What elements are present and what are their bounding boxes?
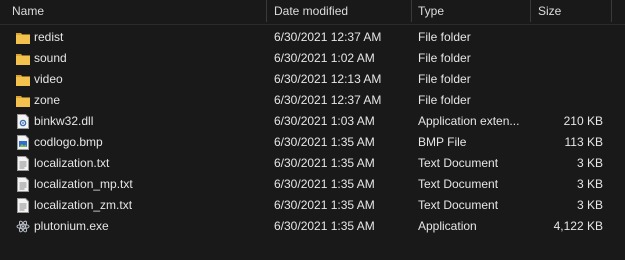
file-date-modified: 6/30/2021 12:37 AM bbox=[274, 30, 382, 44]
file-name: codlogo.bmp bbox=[34, 135, 103, 149]
file-icon-cell bbox=[16, 27, 30, 48]
file-row[interactable]: localization_mp.txt 6/30/2021 1:35 AM Text… bbox=[0, 174, 625, 195]
file-name: redist bbox=[34, 30, 64, 44]
column-header-size[interactable]: Size bbox=[538, 0, 561, 22]
file-icon-cell bbox=[16, 69, 30, 90]
atom-app-icon bbox=[16, 219, 30, 234]
file-type: File folder bbox=[418, 51, 471, 65]
file-name: localization.txt bbox=[34, 156, 110, 170]
file-name: video bbox=[34, 72, 63, 86]
file-date-modified: 6/30/2021 1:02 AM bbox=[274, 51, 375, 65]
file-type: BMP File bbox=[418, 135, 467, 149]
file-icon-cell bbox=[16, 216, 30, 237]
file-name: zone bbox=[34, 93, 61, 107]
file-type: Text Document bbox=[418, 198, 499, 212]
file-name: binkw32.dll bbox=[34, 114, 94, 128]
file-list: redist 6/30/2021 12:37 AM File folder sound… bbox=[0, 27, 625, 237]
file-name: plutonium.exe bbox=[34, 219, 109, 233]
column-header-date-modified[interactable]: Date modified bbox=[274, 0, 348, 22]
file-row[interactable]: binkw32.dll 6/30/2021 1:03 AM Application … bbox=[0, 111, 625, 132]
column-header-bar: Name ⌃ Date modified Type Size bbox=[0, 0, 625, 25]
file-type: File folder bbox=[418, 30, 471, 44]
file-row[interactable]: localization.txt 6/30/2021 1:35 AM Text Do… bbox=[0, 153, 625, 174]
file-name: localization_zm.txt bbox=[34, 198, 133, 212]
text-file-icon bbox=[16, 177, 30, 192]
file-icon-cell bbox=[16, 174, 30, 195]
file-date-modified: 6/30/2021 12:37 AM bbox=[274, 93, 382, 107]
column-divider[interactable] bbox=[266, 0, 267, 22]
text-file-icon bbox=[16, 198, 30, 213]
column-header-name[interactable]: Name bbox=[12, 0, 44, 22]
column-divider[interactable] bbox=[411, 0, 412, 22]
file-icon-cell bbox=[16, 90, 30, 111]
file-name: localization_mp.txt bbox=[34, 177, 133, 191]
file-icon-cell bbox=[16, 153, 30, 174]
file-date-modified: 6/30/2021 1:35 AM bbox=[274, 156, 375, 170]
folder-icon bbox=[16, 30, 30, 45]
column-divider[interactable] bbox=[611, 0, 612, 22]
file-type: Text Document bbox=[418, 177, 499, 191]
file-row[interactable]: codlogo.bmp 6/30/2021 1:35 AM BMP File 113 … bbox=[0, 132, 625, 153]
sort-caret-icon: ⌃ bbox=[140, 0, 147, 5]
folder-icon bbox=[16, 51, 30, 66]
file-size: 3 KB bbox=[576, 198, 603, 212]
image-file-icon bbox=[16, 135, 30, 150]
file-row[interactable]: sound 6/30/2021 1:02 AM File folder bbox=[0, 48, 625, 69]
column-divider[interactable] bbox=[530, 0, 531, 22]
text-file-icon bbox=[16, 156, 30, 171]
file-row[interactable]: video 6/30/2021 12:13 AM File folder bbox=[0, 69, 625, 90]
file-date-modified: 6/30/2021 1:35 AM bbox=[274, 198, 375, 212]
file-date-modified: 6/30/2021 1:35 AM bbox=[274, 135, 375, 149]
file-icon-cell bbox=[16, 48, 30, 69]
file-row[interactable]: plutonium.exe 6/30/2021 1:35 AM Applicatio… bbox=[0, 216, 625, 237]
folder-icon bbox=[16, 93, 30, 108]
file-size: 3 KB bbox=[576, 177, 603, 191]
file-size: 210 KB bbox=[563, 114, 603, 128]
file-row[interactable]: redist 6/30/2021 12:37 AM File folder bbox=[0, 27, 625, 48]
file-icon-cell bbox=[16, 111, 30, 132]
file-size: 113 KB bbox=[564, 135, 603, 149]
file-type: File folder bbox=[418, 72, 471, 86]
file-date-modified: 6/30/2021 1:35 AM bbox=[274, 177, 375, 191]
folder-icon bbox=[16, 72, 30, 87]
file-date-modified: 6/30/2021 12:13 AM bbox=[274, 72, 382, 86]
file-row[interactable]: localization_zm.txt 6/30/2021 1:35 AM Text… bbox=[0, 195, 625, 216]
file-row[interactable]: zone 6/30/2021 12:37 AM File folder bbox=[0, 90, 625, 111]
file-type: File folder bbox=[418, 93, 471, 107]
file-type: Application exten... bbox=[418, 114, 520, 128]
file-date-modified: 6/30/2021 1:03 AM bbox=[274, 114, 375, 128]
file-type: Application bbox=[418, 219, 477, 233]
file-icon-cell bbox=[16, 132, 30, 153]
column-header-type[interactable]: Type bbox=[418, 0, 444, 22]
file-icon-cell bbox=[16, 195, 30, 216]
file-size: 4,122 KB bbox=[553, 219, 603, 233]
file-type: Text Document bbox=[418, 156, 499, 170]
file-name: sound bbox=[34, 51, 67, 65]
file-size: 3 KB bbox=[576, 156, 603, 170]
file-date-modified: 6/30/2021 1:35 AM bbox=[274, 219, 375, 233]
dll-icon bbox=[16, 114, 30, 129]
